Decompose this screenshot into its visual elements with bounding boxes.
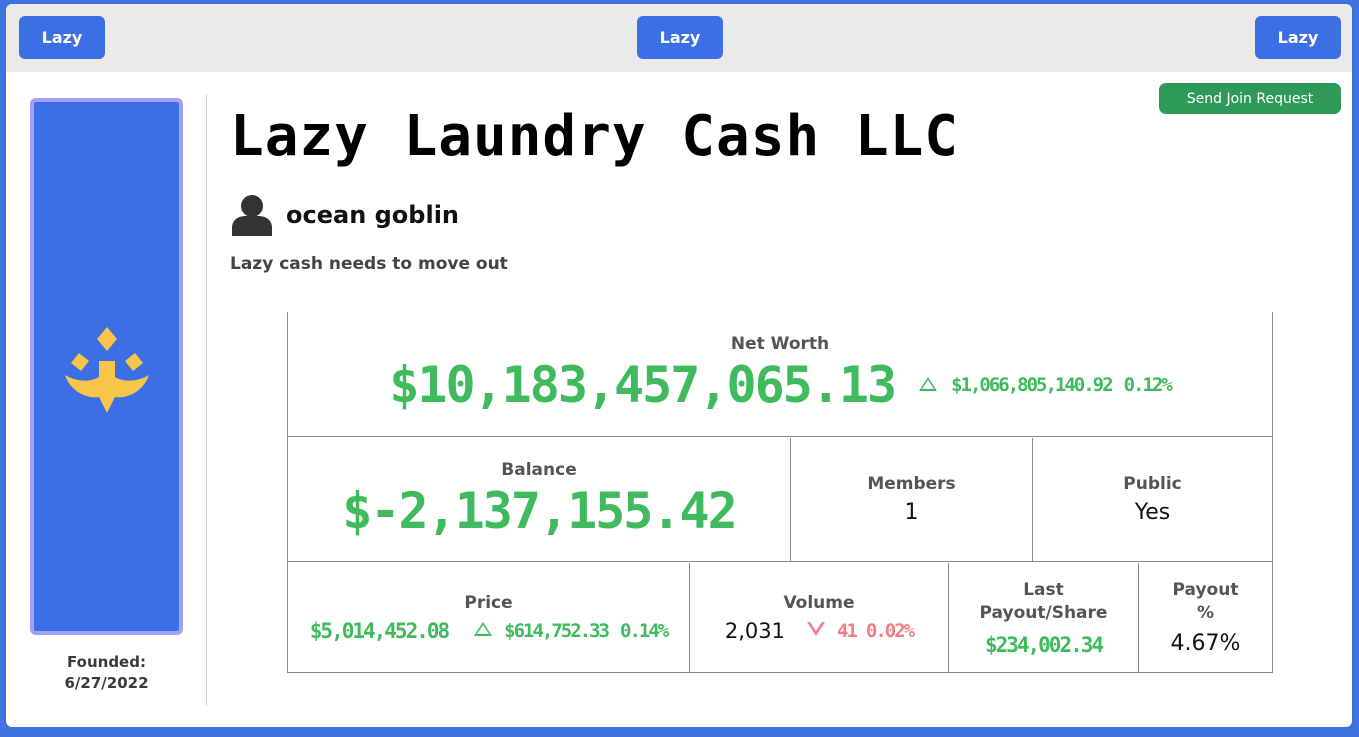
founded-date: 6/27/2022: [64, 674, 149, 692]
payout-pct-cell: Payout % 4.67%: [1139, 563, 1272, 672]
price-label: Price: [464, 592, 513, 613]
lazy-button-middle[interactable]: Lazy: [637, 16, 723, 59]
up-arrow-icon: [474, 621, 493, 640]
volume-cell: Volume 2,031 41 0.02%: [690, 563, 949, 672]
owner-name: ocean goblin: [286, 201, 460, 229]
volume-change: 41: [837, 619, 858, 642]
company-name: Lazy Laundry Cash LLC: [230, 104, 960, 169]
payout-pct-label: Payout %: [1172, 580, 1239, 623]
down-arrow-icon: [807, 621, 826, 640]
price-change: $614,752.33: [504, 619, 610, 642]
trident-icon: [64, 326, 149, 413]
last-payout-cell: Last Payout/Share $234,002.34: [949, 563, 1139, 672]
volume-value: 2,031: [724, 618, 786, 643]
volume-change-pct: 0.02%: [865, 619, 915, 642]
net-worth-value: $10,183,457,065.13: [389, 356, 897, 414]
top-bar: Lazy Lazy Lazy: [6, 4, 1352, 72]
price-value: $5,014,452.08: [309, 618, 450, 643]
founded-info: Founded: 6/27/2022: [30, 652, 183, 694]
last-payout-label: Last Payout/Share: [979, 579, 1108, 623]
public-value: Yes: [1134, 500, 1171, 525]
send-join-request-button[interactable]: Send Join Request: [1159, 83, 1341, 114]
stats-grid: Net Worth $10,183,457,065.13 $1,066,805,…: [287, 312, 1273, 673]
members-label: Members: [867, 474, 956, 494]
net-worth-cell: Net Worth $10,183,457,065.13 $1,066,805,…: [288, 312, 1272, 437]
owner-info[interactable]: ocean goblin: [230, 194, 459, 236]
lazy-button-right[interactable]: Lazy: [1255, 16, 1341, 59]
balance-cell: Balance $-2,137,155.42: [288, 438, 791, 562]
balance-value: $-2,137,155.42: [342, 481, 737, 540]
public-cell: Public Yes: [1033, 438, 1272, 562]
price-change-pct: 0.14%: [620, 619, 669, 642]
company-description: Lazy cash needs to move out: [230, 254, 508, 274]
last-payout-value: $234,002.34: [984, 632, 1104, 657]
lazy-button-left[interactable]: Lazy: [19, 16, 105, 59]
balance-label: Balance: [501, 459, 577, 480]
net-worth-change-pct: 0.12%: [1123, 374, 1173, 396]
founded-label: Founded:: [67, 653, 146, 671]
net-worth-label: Net Worth: [730, 334, 830, 354]
members-value: 1: [904, 500, 919, 525]
up-arrow-icon: [919, 376, 938, 395]
company-logo-card: [30, 98, 183, 635]
company-page: Lazy Lazy Lazy Founded: 6/27/2022 Send J…: [4, 2, 1354, 729]
members-cell: Members 1: [791, 438, 1033, 562]
user-icon: [232, 195, 272, 236]
net-worth-change: $1,066,805,140.92: [951, 374, 1113, 396]
payout-pct-value: 4.67%: [1170, 631, 1241, 656]
public-label: Public: [1123, 474, 1182, 494]
volume-label: Volume: [783, 592, 855, 613]
price-cell: Price $5,014,452.08 $614,752.33 0.14%: [288, 563, 690, 672]
vertical-divider: [206, 94, 207, 706]
